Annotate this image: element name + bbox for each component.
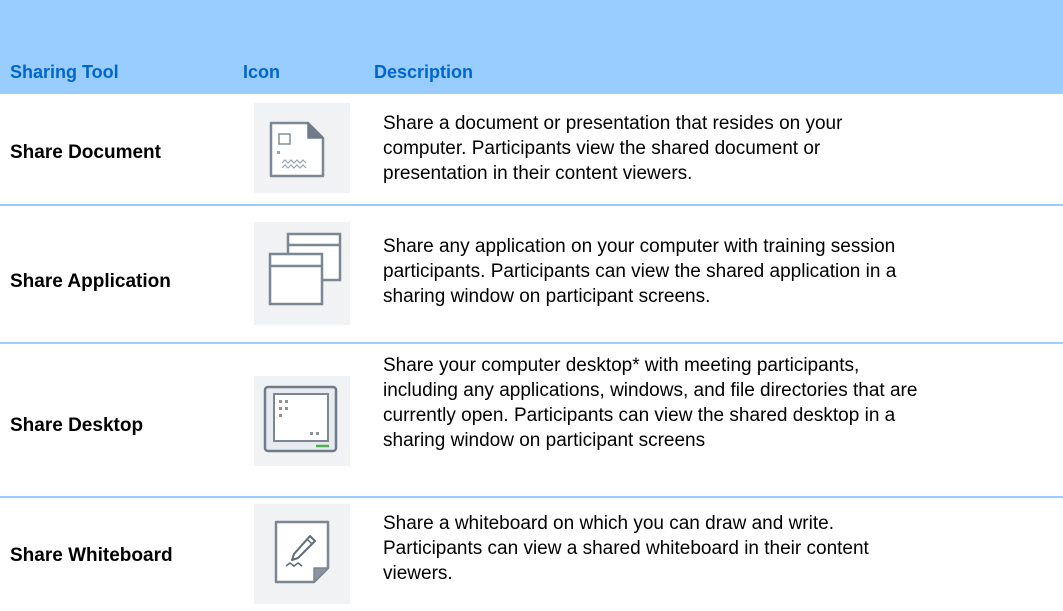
description-line: Share any application on your computer w… xyxy=(383,236,896,257)
application-windows-icon xyxy=(254,222,350,325)
table-row-share-desktop: Share Desktop Share your computer deskto… xyxy=(0,344,1063,496)
description-line: sharing window on participant screens xyxy=(383,430,706,451)
table-row-share-whiteboard: Share Whiteboard Share a whiteboard on w… xyxy=(0,498,1063,611)
description-line: Share your computer desktop* with meetin… xyxy=(383,355,860,376)
tool-name: Share Document xyxy=(10,142,161,163)
description-line: computer. Participants view the shared d… xyxy=(383,138,821,159)
tool-description: Share any application on your computer w… xyxy=(383,234,1063,309)
description-line: sharing window on participant screens. xyxy=(383,286,711,307)
whiteboard-pencil-icon xyxy=(254,504,350,604)
tool-description: Share a whiteboard on which you can draw… xyxy=(383,511,1063,586)
tool-description: Share your computer desktop* with meetin… xyxy=(383,353,1063,453)
document-icon xyxy=(254,103,350,193)
column-header-icon: Icon xyxy=(243,62,281,82)
tool-name: Share Application xyxy=(10,271,171,292)
description-line: including any applications, windows, and… xyxy=(383,380,918,401)
table-row-share-application: Share Application Share any application … xyxy=(0,206,1063,342)
tool-name: Share Whiteboard xyxy=(10,545,173,566)
column-header-sharing-tool: Sharing Tool xyxy=(10,62,119,82)
description-line: presentation in their content viewers. xyxy=(383,163,693,184)
description-line: currently open. Participants can view th… xyxy=(383,405,896,426)
table-header: Sharing Tool Icon Description xyxy=(0,0,1063,94)
desktop-monitor-icon xyxy=(254,376,350,466)
tool-name: Share Desktop xyxy=(10,415,144,436)
tool-description: Share a document or presentation that re… xyxy=(383,111,1063,186)
table-row-share-document: Share Document Share a document or prese… xyxy=(0,94,1063,204)
description-line: viewers. xyxy=(383,563,453,584)
description-line: Share a document or presentation that re… xyxy=(383,113,843,134)
description-line: Share a whiteboard on which you can draw… xyxy=(383,513,834,534)
description-line: participants. Participants can view the … xyxy=(383,261,897,282)
column-header-description: Description xyxy=(374,62,474,82)
description-line: Participants can view a shared whiteboar… xyxy=(383,538,869,559)
